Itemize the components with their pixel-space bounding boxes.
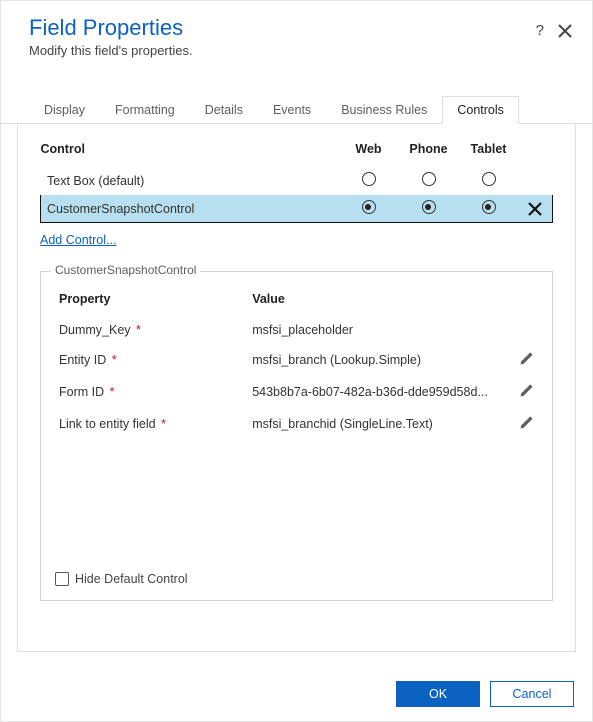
tab-formatting[interactable]: Formatting <box>100 96 190 123</box>
tab-controls-panel: Control Web Phone Tablet Text Box (defau… <box>17 124 576 652</box>
property-name: Entity ID * <box>55 344 248 376</box>
hide-default-label: Hide Default Control <box>75 572 188 586</box>
tab-display[interactable]: Display <box>29 96 100 123</box>
edit-icon[interactable] <box>519 355 534 369</box>
controls-table: Control Web Phone Tablet Text Box (defau… <box>40 142 553 223</box>
dialog-footer: OK Cancel <box>396 681 574 707</box>
property-row: Form ID *543b8b7a-6b07-482a-b36d-dde959d… <box>55 376 538 408</box>
tab-controls[interactable]: Controls <box>442 96 519 124</box>
control-name: Text Box (default) <box>41 167 339 195</box>
control-details-fieldset: CustomerSnapshotControl Property Value D… <box>40 271 553 601</box>
web-radio[interactable] <box>362 172 376 186</box>
property-value: msfsi_branch (Lookup.Simple) <box>248 344 508 376</box>
property-value: msfsi_branchid (SingleLine.Text) <box>248 408 508 440</box>
property-row: Dummy_Key *msfsi_placeholder <box>55 316 538 344</box>
edit-icon[interactable] <box>519 419 534 433</box>
property-name: Link to entity field * <box>55 408 248 440</box>
control-row[interactable]: Text Box (default) <box>41 167 553 195</box>
phone-radio[interactable] <box>422 172 436 186</box>
dialog-subtitle: Modify this field's properties. <box>29 43 536 58</box>
add-control-link[interactable]: Add Control... <box>40 233 116 247</box>
tab-events[interactable]: Events <box>258 96 326 123</box>
col-control: Control <box>41 142 339 167</box>
tablet-radio[interactable] <box>482 172 496 186</box>
tabs-bar: DisplayFormattingDetailsEventsBusiness R… <box>1 96 592 124</box>
ok-button[interactable]: OK <box>396 681 480 707</box>
phone-radio[interactable] <box>422 200 436 214</box>
tab-details[interactable]: Details <box>190 96 258 123</box>
dialog-title: Field Properties <box>29 15 536 41</box>
hide-default-checkbox[interactable] <box>55 572 69 586</box>
close-icon[interactable] <box>558 24 572 38</box>
property-value: msfsi_placeholder <box>248 316 508 344</box>
col-value: Value <box>248 288 508 316</box>
hide-default-control[interactable]: Hide Default Control <box>55 572 188 586</box>
property-name: Dummy_Key * <box>55 316 248 344</box>
web-radio[interactable] <box>362 200 376 214</box>
control-name: CustomerSnapshotControl <box>41 195 339 223</box>
edit-icon[interactable] <box>519 387 534 401</box>
property-row: Entity ID *msfsi_branch (Lookup.Simple) <box>55 344 538 376</box>
remove-control-icon[interactable] <box>528 202 542 216</box>
property-value: 543b8b7a-6b07-482a-b36d-dde959d58d... <box>248 376 508 408</box>
help-icon[interactable]: ? <box>536 23 544 38</box>
control-row[interactable]: CustomerSnapshotControl <box>41 195 553 223</box>
properties-table: Property Value Dummy_Key *msfsi_placehol… <box>55 288 538 440</box>
col-web: Web <box>339 142 399 167</box>
col-tablet: Tablet <box>459 142 519 167</box>
property-name: Form ID * <box>55 376 248 408</box>
cancel-button[interactable]: Cancel <box>490 681 574 707</box>
fieldset-legend: CustomerSnapshotControl <box>51 263 200 277</box>
tab-business-rules[interactable]: Business Rules <box>326 96 442 123</box>
tablet-radio[interactable] <box>482 200 496 214</box>
col-property: Property <box>55 288 248 316</box>
col-phone: Phone <box>399 142 459 167</box>
property-row: Link to entity field *msfsi_branchid (Si… <box>55 408 538 440</box>
